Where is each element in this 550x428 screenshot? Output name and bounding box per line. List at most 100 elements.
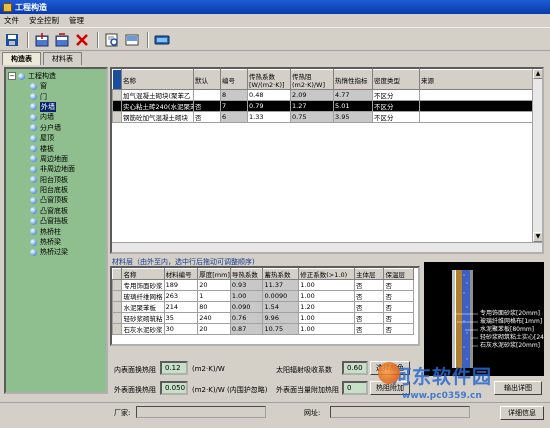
construction-cell-name[interactable]: 加气混凝土砌块(聚苯乙: [121, 89, 194, 101]
solar-absorption-input[interactable]: 0.60: [342, 361, 368, 375]
construction-cell-density[interactable]: 不区分: [372, 111, 420, 123]
delete-button[interactable]: [73, 31, 91, 49]
construction-cell-id[interactable]: 8: [220, 89, 248, 101]
construction-row[interactable]: 钢筋砼加气混凝土砌块否 6 1.33 0.75 3.95 不区分: [112, 111, 533, 123]
col-header-default[interactable]: 默认: [193, 69, 221, 90]
material-cell[interactable]: 0.090: [229, 301, 264, 313]
material-cell[interactable]: 240: [197, 312, 231, 324]
tree-item[interactable]: 分户墙: [8, 123, 104, 133]
material-cell[interactable]: 专用饰面砂浆: [121, 279, 165, 291]
col-header-d[interactable]: 热惰性指标: [333, 69, 373, 90]
construction-cell-name[interactable]: 实心粘土砖240(水泥聚苯: [121, 100, 194, 112]
material-row[interactable]: 专用饰面砂浆 189 20 0.93 11.37 1.00 否否: [112, 279, 414, 291]
tree-root[interactable]: − 工程构造: [8, 71, 104, 81]
mat-col-name[interactable]: 名称: [121, 268, 165, 280]
material-cell[interactable]: 否: [354, 290, 385, 302]
row-indicator[interactable]: [112, 290, 123, 302]
menu-manage[interactable]: 管理: [69, 15, 84, 26]
tree-item[interactable]: 凸窗底板: [8, 206, 104, 216]
mat-col-id[interactable]: 材料编号: [163, 268, 199, 280]
material-cell[interactable]: 1: [197, 290, 231, 302]
construction-cell-d[interactable]: 5.01: [333, 100, 373, 112]
material-cell[interactable]: 否: [383, 312, 414, 324]
scroll-down-icon[interactable]: ▼: [533, 232, 542, 242]
material-cell[interactable]: 1.00: [298, 290, 356, 302]
material-cell[interactable]: 否: [383, 290, 414, 302]
construction-cell-source[interactable]: [419, 111, 533, 123]
material-cell[interactable]: 263: [163, 290, 199, 302]
menu-security[interactable]: 安全控制: [29, 15, 59, 26]
tree-item[interactable]: 热桥过梁: [8, 247, 104, 257]
construction-cell-density[interactable]: 不区分: [372, 89, 420, 101]
row-indicator[interactable]: [112, 323, 123, 335]
material-cell[interactable]: 否: [354, 323, 385, 335]
construction-cell-default[interactable]: 否: [193, 100, 221, 112]
material-cell[interactable]: 否: [383, 323, 414, 335]
material-cell[interactable]: 否: [354, 301, 385, 313]
tree-item[interactable]: 凸窗挡板: [8, 216, 104, 226]
inner-resistance-input[interactable]: 0.12: [160, 361, 188, 375]
construction-cell-id[interactable]: 7: [220, 100, 248, 112]
col-header-density[interactable]: 密度类型: [372, 69, 420, 90]
construction-cell-name[interactable]: 钢筋砼加气混凝土砌块: [121, 111, 194, 123]
col-header-source[interactable]: 来源: [419, 69, 533, 90]
construction-cell-source[interactable]: [419, 100, 533, 112]
construction-cell-d[interactable]: 3.95: [333, 111, 373, 123]
tree-item[interactable]: 门: [8, 91, 104, 101]
material-cell[interactable]: 玻璃纤维网格: [121, 290, 165, 302]
col-header-id[interactable]: 编号: [220, 69, 248, 90]
col-header-name[interactable]: 名称: [121, 69, 194, 90]
construction-cell-d[interactable]: 4.77: [333, 89, 373, 101]
mat-col-correction[interactable]: 修正系数(>1.0): [298, 268, 356, 280]
print-button[interactable]: [123, 31, 141, 49]
material-cell[interactable]: 1.00: [229, 290, 264, 302]
material-cell[interactable]: 1.54: [262, 301, 300, 313]
col-header-k[interactable]: 传热系数 [W/(m2·K)]: [247, 69, 291, 90]
mat-col-storage[interactable]: 蓄热系数: [262, 268, 300, 280]
material-cell[interactable]: 1.20: [298, 301, 356, 313]
material-cell[interactable]: 35: [163, 312, 199, 324]
construction-cell-r[interactable]: 2.09: [290, 89, 334, 101]
tab-construction[interactable]: 构造表: [2, 52, 41, 65]
tree-item[interactable]: 凸窗顶板: [8, 195, 104, 205]
equivalent-resistance-input[interactable]: 0: [342, 381, 368, 395]
construction-row[interactable]: ▸ 实心粘土砖240(水泥聚苯否 7 0.79 1.27 5.01 不区分: [112, 100, 533, 112]
tree-item[interactable]: 屋顶: [8, 133, 104, 143]
preview-button[interactable]: [103, 31, 121, 49]
tree-item[interactable]: 内墙: [8, 112, 104, 122]
mat-col-insulation[interactable]: 保温层: [383, 268, 414, 280]
col-header-r[interactable]: 传热阻 (m2·K)/W]: [290, 69, 334, 90]
material-cell[interactable]: 9.96: [262, 312, 300, 324]
construction-cell-k[interactable]: 0.79: [247, 100, 291, 112]
horizontal-scrollbar[interactable]: [112, 242, 542, 252]
save-button[interactable]: [3, 31, 21, 49]
construction-cell-k[interactable]: 0.48: [247, 89, 291, 101]
tab-materials[interactable]: 材料表: [43, 52, 82, 65]
material-row[interactable]: 石灰水泥砂浆 30 20 0.87 10.75 1.00 否否: [112, 323, 414, 335]
tree-item[interactable]: 热桥柱: [8, 226, 104, 236]
construction-cell-default[interactable]: 否: [193, 111, 221, 123]
material-cell[interactable]: 否: [354, 312, 385, 324]
material-cell[interactable]: 0.76: [229, 312, 264, 324]
row-indicator[interactable]: [112, 279, 123, 291]
tree-item[interactable]: 周边地面: [8, 154, 104, 164]
construction-cell-r[interactable]: 0.75: [290, 111, 334, 123]
construction-cell-r[interactable]: 1.27: [290, 100, 334, 112]
material-cell[interactable]: 1.00: [298, 279, 356, 291]
construction-cell-density[interactable]: 不区分: [372, 100, 420, 112]
import-button[interactable]: [33, 31, 51, 49]
material-cell[interactable]: 30: [163, 323, 199, 335]
tree-item[interactable]: 阳台顶板: [8, 175, 104, 185]
material-cell[interactable]: 80: [197, 301, 231, 313]
construction-scrollbar[interactable]: ▲ ▼: [532, 69, 542, 252]
export-button[interactable]: [53, 31, 71, 49]
mat-col-main[interactable]: 主体层: [354, 268, 385, 280]
tree-item[interactable]: 热桥梁: [8, 237, 104, 247]
row-indicator[interactable]: [112, 312, 123, 324]
material-row[interactable]: 水泥聚苯板 214 80 0.090 1.54 1.20 否否: [112, 301, 414, 313]
tree-item[interactable]: 窗: [8, 81, 104, 91]
material-cell[interactable]: 1.00: [298, 312, 356, 324]
material-cell[interactable]: 214: [163, 301, 199, 313]
detail-info-button[interactable]: 详细信息: [500, 406, 544, 420]
link-button[interactable]: [153, 31, 171, 49]
